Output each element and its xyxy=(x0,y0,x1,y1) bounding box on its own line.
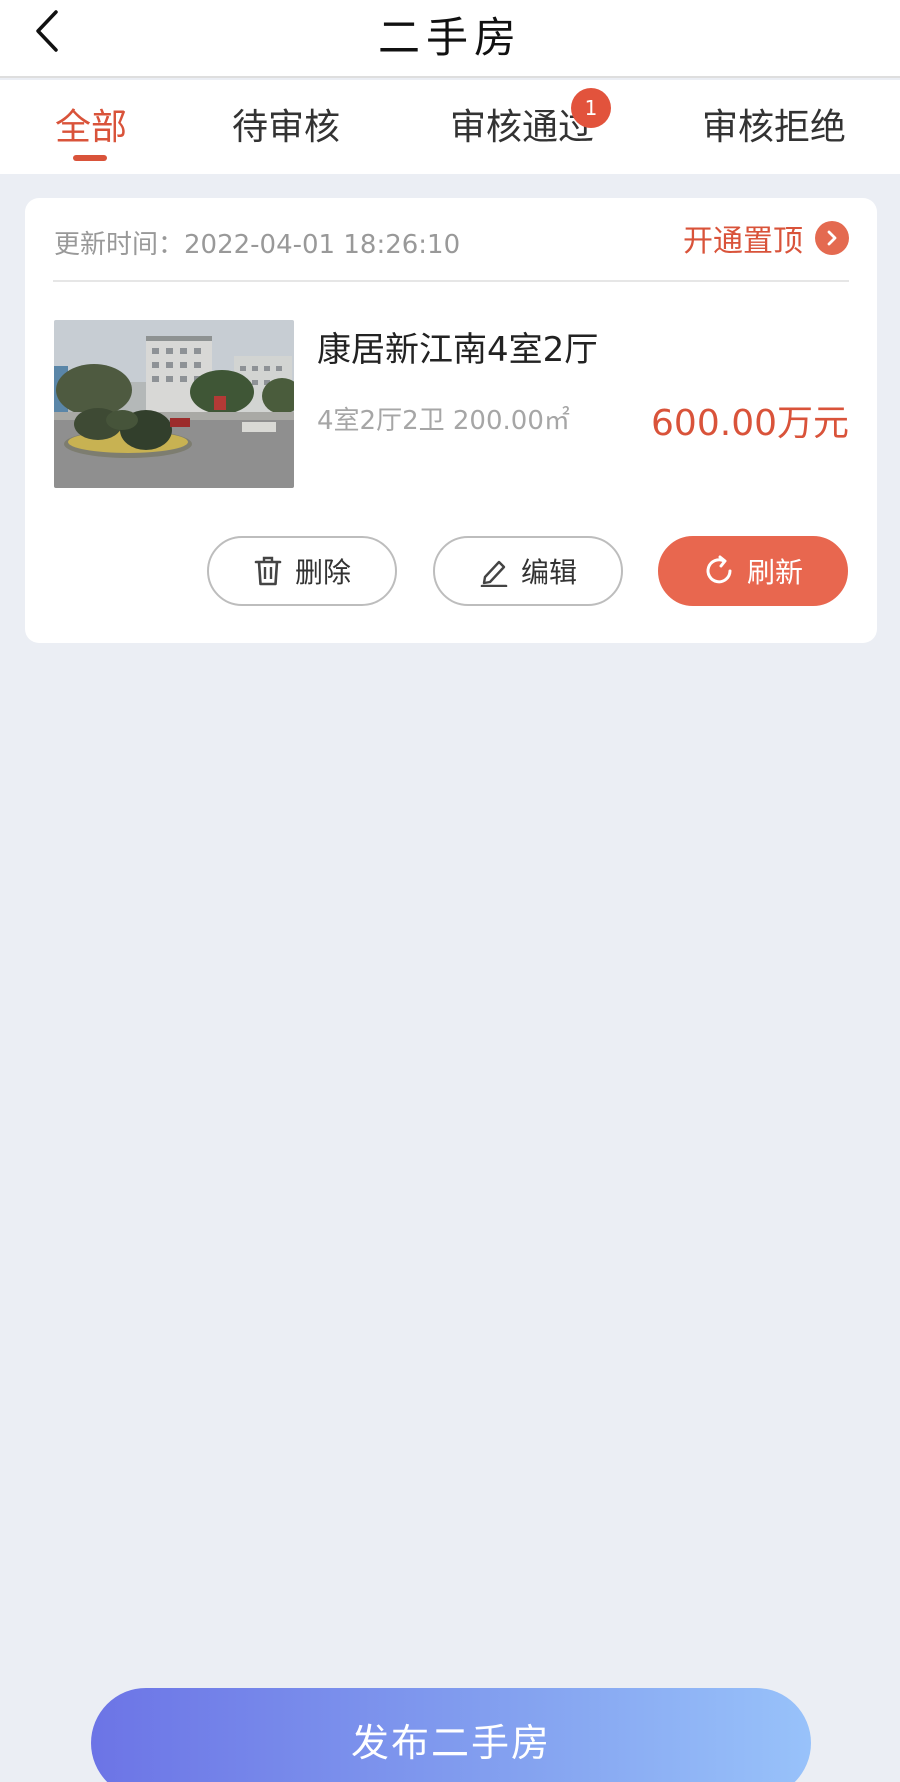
promote-label: 开通置顶 xyxy=(683,224,803,259)
publish-listing-button[interactable]: 发布二手房 xyxy=(91,1688,811,1782)
listing-title[interactable]: 康居新江南4室2厅 xyxy=(317,322,598,371)
listing-specs: 4室2厅2卫 200.00㎡ xyxy=(317,406,570,436)
active-tab-indicator xyxy=(73,155,107,161)
listing-photo[interactable] xyxy=(54,320,294,488)
tab-all[interactable]: 全部 xyxy=(55,98,127,150)
card-divider xyxy=(53,280,849,282)
page-title: 二手房 xyxy=(377,13,522,62)
listing-card[interactable]: 更新时间：2022-04-01 18:26:10 开通置顶 康居新江南4室2厅 … xyxy=(25,198,877,643)
edit-button-label: 编辑 xyxy=(520,556,577,589)
edit-button[interactable]: 编辑 xyxy=(433,536,623,606)
refresh-button[interactable]: 刷新 xyxy=(658,536,848,606)
promote-to-top-link[interactable]: 开通置顶 xyxy=(683,220,849,259)
nav-bar: 二手房 xyxy=(0,0,900,78)
tab-rejected[interactable]: 审核拒绝 xyxy=(702,98,846,150)
listing-price: 600.00万元 xyxy=(651,403,849,444)
status-tabs: 全部 待审核 审核通过 审核拒绝 xyxy=(0,80,900,174)
trash-icon xyxy=(253,555,283,587)
update-time: 更新时间：2022-04-01 18:26:10 xyxy=(54,230,461,260)
refresh-button-label: 刷新 xyxy=(746,556,803,589)
tab-pending-review[interactable]: 待审核 xyxy=(232,98,340,150)
approved-count-badge: 1 xyxy=(571,88,611,128)
pencil-icon xyxy=(479,555,509,587)
refresh-icon xyxy=(703,555,735,587)
chevron-right-circle-icon xyxy=(815,221,849,255)
delete-button[interactable]: 删除 xyxy=(207,536,397,606)
delete-button-label: 删除 xyxy=(294,556,351,589)
